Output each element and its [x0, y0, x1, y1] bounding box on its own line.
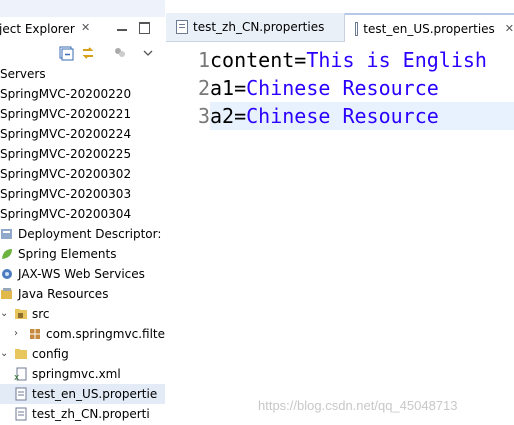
tree-item[interactable]: SpringMVC-20200224 — [0, 124, 165, 144]
property-value: Chinese Resource — [246, 76, 439, 100]
tree-item[interactable]: SpringMVC-20200303 — [0, 184, 165, 204]
tree-item-label: config — [32, 347, 69, 361]
tree-item-label: springmvc.xml — [32, 367, 121, 381]
tree-item-label: JAX-WS Web Services — [18, 267, 145, 281]
tree-item[interactable]: Spring Elements — [0, 244, 165, 264]
tree-item[interactable]: test_en_US.propertie — [0, 384, 165, 404]
tree-item[interactable]: SpringMVC-20200225 — [0, 144, 165, 164]
tree-item[interactable]: SpringMVC-20200220 — [0, 84, 165, 104]
equals-sign: = — [234, 76, 247, 100]
tree-item[interactable]: › com.springmvc.filter — [0, 324, 165, 344]
editor-tab-bar: test_zh_CN.properties test_en_US.propert… — [166, 13, 514, 42]
tree-item-label: com.springmvc.filter — [46, 327, 165, 341]
tree-item[interactable]: SpringMVC-20200302 — [0, 164, 165, 184]
chevron-down-icon[interactable]: ⌄ — [0, 349, 10, 359]
tree-item-label: Servers — [0, 67, 46, 81]
line-number: 1 — [197, 48, 210, 72]
tree-item[interactable]: SpringMVC-20200221 — [0, 104, 165, 124]
tree-item-label: src — [32, 307, 50, 321]
text-editor[interactable]: content = This is English a1 = Chinese Resour… — [210, 43, 514, 425]
property-key: a2 — [210, 104, 235, 128]
tree-item-label: SpringMVC-20200303 — [0, 187, 132, 201]
tab-label: test_en_US.properties — [363, 21, 495, 36]
tree-item-label: SpringMVC-20200220 — [0, 87, 132, 101]
tree-item[interactable]: x springmvc.xml — [0, 364, 165, 384]
properties-file-icon — [355, 21, 359, 36]
tree-item-label: Spring Elements — [18, 247, 117, 261]
line-number-gutter: 1 2 3 — [166, 43, 210, 425]
property-key: content — [210, 48, 295, 72]
close-tab-icon[interactable]: ✕ — [505, 22, 514, 35]
code-line[interactable]: a2 = Chinese Resource — [210, 102, 514, 130]
tab-label: test_zh_CN.properties — [193, 20, 325, 34]
tree-item-label: test_zh_CN.properti — [32, 407, 150, 421]
xml-file-icon: x — [14, 367, 28, 383]
code-line[interactable]: a1 = Chinese Resource — [210, 74, 514, 102]
package-icon — [28, 327, 42, 341]
chevron-down-icon[interactable]: ⌄ — [0, 309, 10, 319]
properties-file-icon — [14, 387, 28, 401]
property-key: a1 — [210, 76, 235, 100]
source-folder-icon — [14, 307, 28, 321]
link-with-editor-icon[interactable] — [80, 45, 96, 61]
tree-item-label: SpringMVC-20200225 — [0, 147, 132, 161]
tree-item[interactable]: Deployment Descriptor: S — [0, 224, 165, 244]
equals-sign: = — [234, 104, 247, 128]
code-line[interactable]: content = This is English — [210, 46, 514, 74]
properties-file-icon — [14, 407, 28, 421]
project-explorer-tab[interactable]: ject Explorer ✕ — [0, 17, 100, 42]
tab-test-en-us-properties[interactable]: test_en_US.properties ✕ — [345, 13, 514, 42]
tree-item-label: SpringMVC-20200304 — [0, 207, 132, 221]
svg-text:x: x — [14, 373, 20, 381]
tree-item-label: test_en_US.propertie — [32, 387, 158, 401]
equals-sign: = — [294, 48, 307, 72]
filters-icon[interactable] — [112, 45, 128, 61]
tree-item[interactable]: JAX-WS Web Services — [0, 264, 165, 284]
explorer-title-bar-background — [0, 0, 165, 17]
tab-test-zh-cn-properties[interactable]: test_zh_CN.properties — [166, 13, 345, 41]
webservice-icon — [0, 267, 14, 281]
folder-icon — [14, 347, 28, 361]
tree-item[interactable]: test_zh_CN.properti — [0, 404, 165, 424]
java-resources-icon — [0, 287, 14, 301]
tree-item[interactable]: Java Resources — [0, 284, 165, 304]
project-explorer-title: ject Explorer — [0, 22, 75, 36]
descriptor-icon — [0, 227, 14, 241]
line-number: 3 — [197, 104, 210, 128]
tree-item[interactable]: ⌄ src — [0, 304, 165, 324]
maximize-icon[interactable] — [139, 22, 150, 34]
tree-item-label: SpringMVC-20200221 — [0, 107, 132, 121]
collapse-all-icon[interactable] — [58, 45, 74, 61]
tree-item-label: Java Resources — [18, 287, 109, 301]
chevron-right-icon[interactable]: › — [14, 329, 24, 339]
view-menu-icon[interactable] — [140, 45, 156, 61]
line-number: 2 — [197, 76, 210, 100]
watermark: https://blog.csdn.net/qq_45048713 — [258, 398, 458, 413]
tree-item[interactable]: SpringMVC-20200304 — [0, 204, 165, 224]
properties-file-icon — [176, 20, 188, 34]
tree-item[interactable]: ⌄ config — [0, 344, 165, 364]
project-explorer-view: ject Explorer ✕ Servers SpringMVC-2020022… — [0, 0, 165, 425]
tree-item-label: Deployment Descriptor: S — [18, 227, 165, 241]
property-value: Chinese Resource — [246, 104, 439, 128]
editor-area: test_zh_CN.properties test_en_US.propert… — [166, 0, 514, 425]
tree-item-label: SpringMVC-20200224 — [0, 127, 132, 141]
minimize-icon[interactable] — [117, 29, 127, 32]
explorer-toolbar — [0, 42, 165, 64]
property-value: This is English — [306, 48, 487, 72]
spring-leaf-icon — [0, 247, 14, 261]
tree-item[interactable]: Servers — [0, 64, 165, 84]
tree-item-label: SpringMVC-20200302 — [0, 167, 132, 181]
close-icon[interactable]: ✕ — [81, 21, 90, 34]
